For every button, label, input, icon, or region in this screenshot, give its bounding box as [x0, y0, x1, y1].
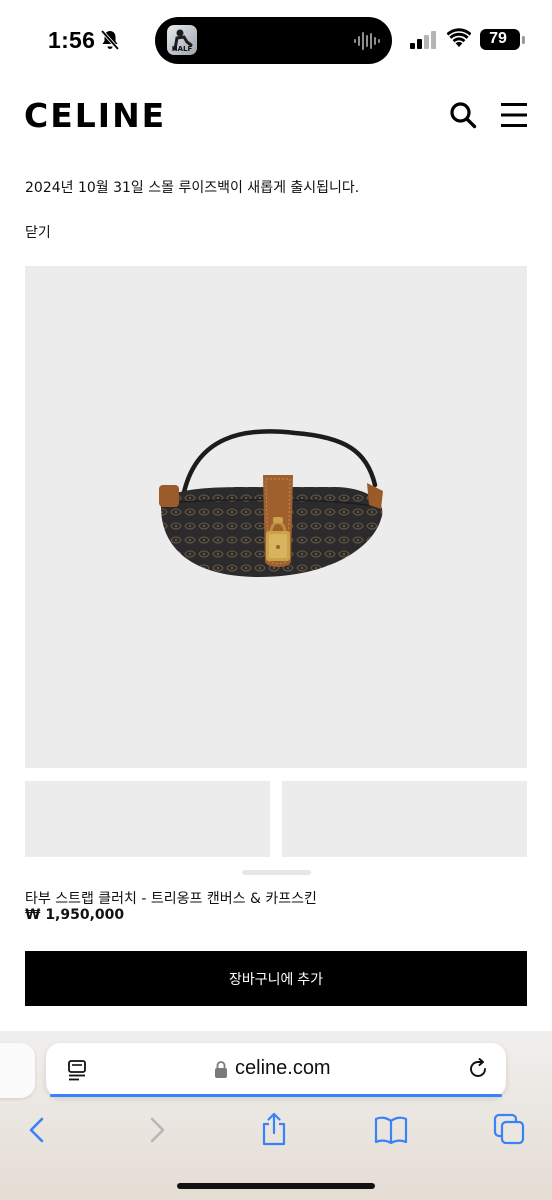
url-text[interactable]: celine.com: [235, 1057, 331, 1080]
search-icon[interactable]: [448, 100, 478, 130]
battery-icon: 79: [480, 29, 520, 50]
product-thumbnail-2[interactable]: [282, 781, 527, 857]
page-load-progress: [50, 1094, 502, 1097]
tabs-icon[interactable]: [493, 1113, 525, 1145]
battery-nub: [522, 36, 525, 44]
browser-toolbar: celine.com: [0, 1031, 552, 1200]
back-icon[interactable]: [25, 1115, 49, 1145]
cell-signal-icon: [410, 31, 436, 49]
announcement-text: 2024년 10월 31일 스몰 루이즈백이 새롭게 출시됩니다.: [25, 180, 360, 196]
bag-illustration: [159, 429, 383, 577]
waveform-icon: [354, 32, 380, 50]
status-bar: 1:56 HALF 79: [0, 0, 552, 80]
forward-icon[interactable]: [145, 1115, 169, 1145]
product-thumbnail-1[interactable]: [25, 781, 270, 857]
wifi-icon: [447, 28, 471, 47]
bookmarks-icon[interactable]: [374, 1115, 408, 1145]
share-icon[interactable]: [259, 1112, 289, 1146]
bell-off-icon: [100, 29, 120, 51]
thumbnail-label: HALF: [171, 45, 193, 53]
reload-icon[interactable]: [467, 1058, 489, 1080]
menu-icon[interactable]: [500, 101, 528, 129]
product-main-image[interactable]: [25, 266, 527, 768]
product-name: 타부 스트랩 클러치 - 트리옹프 캔버스 & 카프스킨: [25, 891, 317, 907]
battery-level: 79: [489, 30, 507, 47]
address-bar[interactable]: celine.com: [46, 1043, 506, 1097]
status-time: 1:56: [48, 27, 96, 53]
close-announcement-link[interactable]: 닫기: [25, 222, 51, 242]
previous-tab-preview[interactable]: [0, 1043, 35, 1098]
home-indicator[interactable]: [177, 1183, 375, 1189]
product-price: ₩ 1,950,000: [25, 907, 125, 923]
dynamic-island[interactable]: HALF: [155, 17, 392, 64]
lock-icon: [215, 1061, 227, 1078]
site-logo[interactable]: CELINE: [24, 96, 166, 135]
reader-icon[interactable]: [66, 1059, 88, 1081]
add-to-cart-button[interactable]: 장바구니에 추가: [25, 951, 527, 1006]
now-playing-thumbnail: HALF: [167, 25, 197, 55]
sheet-drag-handle[interactable]: [242, 870, 311, 875]
